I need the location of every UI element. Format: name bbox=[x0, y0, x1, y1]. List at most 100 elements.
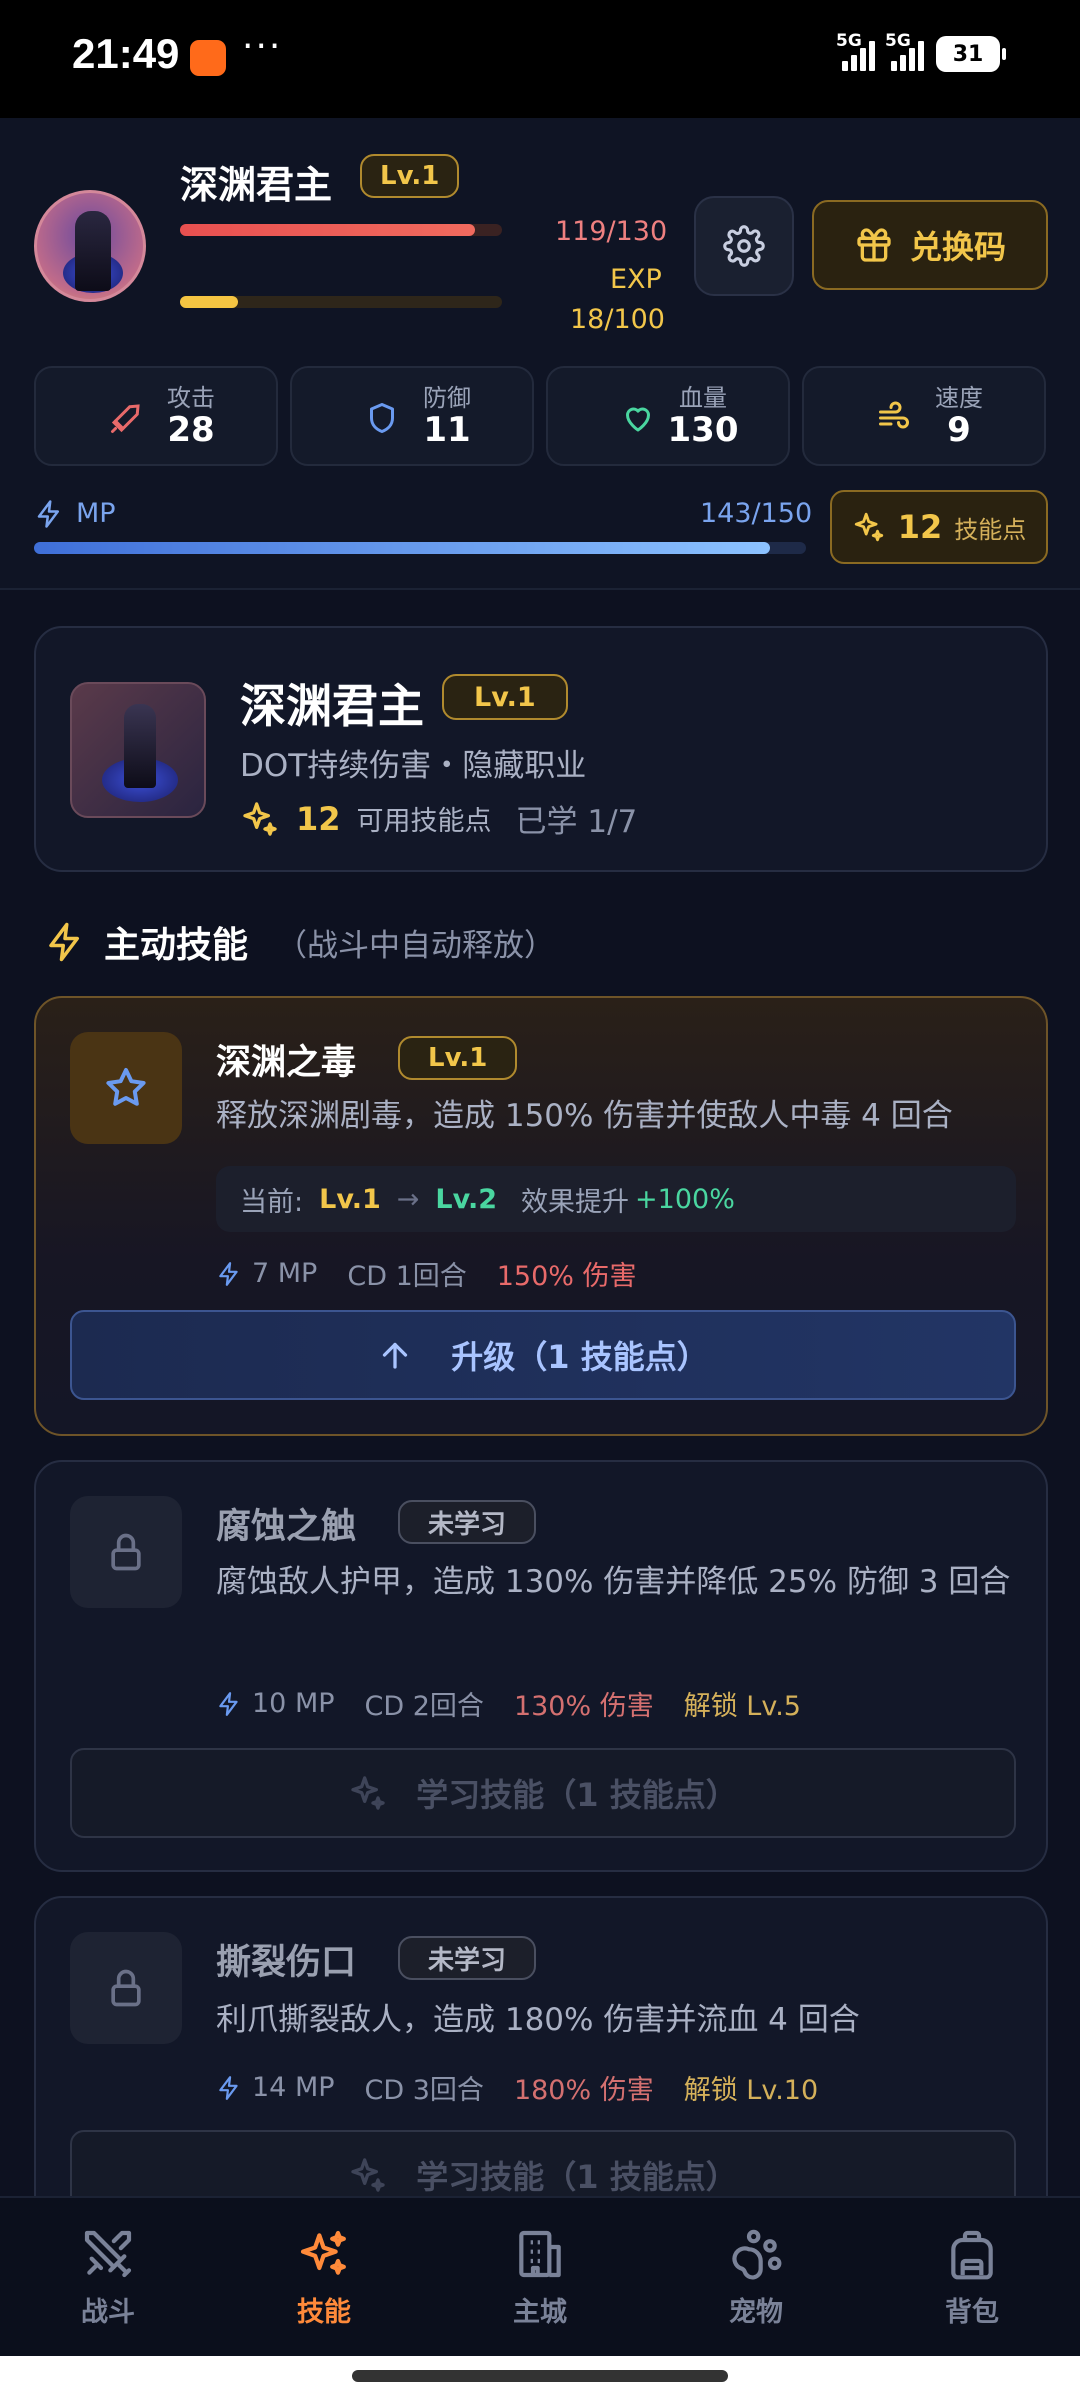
bottom-nav: 战斗 技能 主城 宠物 背包 bbox=[0, 2196, 1080, 2356]
class-level-badge: Lv.1 bbox=[442, 674, 568, 720]
player-name: 深渊君主 bbox=[180, 163, 333, 207]
current-level: Lv.1 bbox=[319, 1183, 381, 1215]
skill-card: 深渊之毒 Lv.1 释放深渊剧毒，造成 150% 伤害并使敌人中毒 4 回合 当… bbox=[34, 996, 1048, 1436]
exp-label: EXP bbox=[610, 264, 662, 295]
hp-bar-fill bbox=[180, 224, 475, 236]
upgrade-skill-label: 升级（1 技能点） bbox=[451, 1338, 709, 1376]
nav-pets[interactable]: 宠物 bbox=[648, 2198, 864, 2356]
skill-damage: 150% 伤害 bbox=[496, 1261, 637, 1292]
settings-button[interactable] bbox=[694, 196, 794, 296]
skill-cooldown: CD 2回合 bbox=[364, 1691, 484, 1722]
skill-points-button[interactable]: 12 技能点 bbox=[830, 490, 1048, 564]
exp-bar bbox=[180, 296, 502, 308]
skill-meta: 14 MP CD 3回合 180% 伤害 解锁 Lv.10 bbox=[216, 2068, 818, 2107]
learn-skill-label: 学习技能（1 技能点） bbox=[416, 1776, 738, 1814]
class-points-count: 12 bbox=[296, 799, 341, 838]
skill-icon-box bbox=[70, 1932, 182, 2044]
nav-battle[interactable]: 战斗 bbox=[0, 2198, 216, 2356]
building-icon bbox=[519, 2230, 561, 2278]
nav-city-label: 主城 bbox=[513, 2297, 567, 2328]
gear-icon bbox=[723, 225, 765, 267]
signal-icon-2: 5G bbox=[885, 31, 924, 71]
stat-attack: 攻击 28 bbox=[34, 366, 278, 466]
player-level-badge: Lv.1 bbox=[360, 154, 460, 198]
class-points-label: 可用技能点 bbox=[356, 806, 492, 837]
stat-hp-label: 血量 bbox=[679, 384, 727, 412]
upgrade-skill-button[interactable]: 升级（1 技能点） bbox=[70, 1310, 1016, 1400]
nav-skills-label: 技能 bbox=[297, 2297, 351, 2328]
hp-text: 119/130 bbox=[555, 216, 668, 247]
skill-cooldown: CD 3回合 bbox=[364, 2075, 484, 2106]
stat-speed-value: 9 bbox=[947, 410, 971, 450]
nav-skills[interactable]: 技能 bbox=[216, 2198, 432, 2356]
paw-icon bbox=[732, 2229, 782, 2280]
skill-status-badge: 未学习 bbox=[398, 1936, 537, 1980]
skill-mp-cost: 10 MP bbox=[252, 1688, 335, 1719]
star-icon bbox=[106, 1068, 146, 1106]
exp-bar-fill bbox=[180, 296, 238, 308]
skill-points-label: 技能点 bbox=[954, 515, 1027, 544]
skill-damage: 180% 伤害 bbox=[513, 2075, 654, 2106]
gift-icon bbox=[857, 228, 891, 262]
current-label: 当前: bbox=[240, 1186, 304, 1218]
mp-bar-fill bbox=[34, 542, 770, 554]
lightning-icon bbox=[219, 1691, 238, 1716]
section-title: 主动技能 bbox=[104, 925, 249, 966]
skill-damage: 130% 伤害 bbox=[513, 1691, 654, 1722]
mp-bar bbox=[34, 542, 806, 554]
class-card: 深渊君主 Lv.1 DOT持续伤害・隐藏职业 12 可用技能点 已学 1/7 bbox=[34, 626, 1048, 872]
mp-label-row: MP bbox=[34, 498, 116, 529]
swords-icon bbox=[84, 2230, 132, 2278]
redeem-code-label: 兑换码 bbox=[909, 228, 1006, 266]
stat-speed: 速度 9 bbox=[802, 366, 1046, 466]
player-avatar[interactable] bbox=[34, 190, 146, 302]
stat-hp: 血量 130 bbox=[546, 366, 790, 466]
stat-defense-value: 11 bbox=[423, 410, 471, 450]
skill-icon-box bbox=[70, 1032, 182, 1144]
class-skill-points-row: 12 可用技能点 已学 1/7 bbox=[240, 796, 637, 841]
section-header: 主动技能 （战斗中自动释放） bbox=[44, 916, 555, 968]
skill-unlock-level: 解锁 Lv.5 bbox=[683, 1691, 801, 1722]
skill-description: 腐蚀敌人护甲，造成 130% 伤害并降低 25% 防御 3 回合 bbox=[216, 1564, 1011, 1600]
sparkles-icon bbox=[854, 512, 883, 542]
skill-name: 深渊之毒 bbox=[216, 1043, 357, 1083]
signal-label-2: 5G bbox=[885, 31, 911, 51]
signal-label: 5G bbox=[836, 31, 862, 51]
skill-cooldown: CD 1回合 bbox=[347, 1261, 467, 1292]
skill-level-badge: Lv.1 bbox=[398, 1036, 518, 1080]
skill-points-count: 12 bbox=[897, 508, 943, 546]
nav-city[interactable]: 主城 bbox=[432, 2198, 648, 2356]
battery-icon: 31 bbox=[936, 36, 1006, 72]
skill-mp-cost: 7 MP bbox=[252, 1258, 318, 1289]
redeem-code-button[interactable]: 兑换码 bbox=[812, 200, 1048, 290]
stat-attack-value: 28 bbox=[167, 410, 215, 450]
skill-unlock-level: 解锁 Lv.10 bbox=[683, 2075, 819, 2106]
player-header: 深渊君主 Lv.1 119/130 EXP 18/100 兑换码 攻击 28 防… bbox=[0, 118, 1080, 590]
next-level: Lv.2 bbox=[435, 1183, 498, 1215]
stat-defense: 防御 11 bbox=[290, 366, 534, 466]
effect-label: 效果提升 bbox=[521, 1186, 630, 1218]
skill-description: 释放深渊剧毒，造成 150% 伤害并使敌人中毒 4 回合 bbox=[216, 1098, 953, 1134]
learn-skill-button[interactable]: 学习技能（1 技能点） bbox=[70, 1748, 1016, 1838]
sparkles-icon bbox=[300, 2230, 346, 2275]
status-time: 21:49 bbox=[72, 30, 180, 77]
lock-icon bbox=[111, 1969, 141, 2007]
home-indicator[interactable] bbox=[352, 2370, 728, 2382]
nav-pets-label: 宠物 bbox=[729, 2297, 783, 2328]
lightning-icon bbox=[49, 922, 79, 962]
mp-label: MP bbox=[76, 498, 116, 529]
section-subtitle: （战斗中自动释放） bbox=[276, 927, 556, 964]
lightning-icon bbox=[37, 499, 59, 528]
nav-backpack[interactable]: 背包 bbox=[864, 2198, 1080, 2356]
sparkles-icon bbox=[243, 801, 277, 836]
lightning-icon bbox=[219, 2075, 238, 2100]
skill-icon-box bbox=[70, 1496, 182, 1608]
mp-text: 143/150 bbox=[700, 498, 813, 529]
stat-attack-label: 攻击 bbox=[167, 384, 215, 412]
system-gesture-area bbox=[0, 2356, 1080, 2400]
skill-name: 撕裂伤口 bbox=[216, 1943, 357, 1983]
skill-card: 腐蚀之触 未学习 腐蚀敌人护甲，造成 130% 伤害并降低 25% 防御 3 回… bbox=[34, 1460, 1048, 1872]
skill-name: 腐蚀之触 bbox=[216, 1507, 357, 1547]
stat-speed-label: 速度 bbox=[935, 384, 983, 412]
more-notifications-icon: ··· bbox=[242, 26, 283, 67]
